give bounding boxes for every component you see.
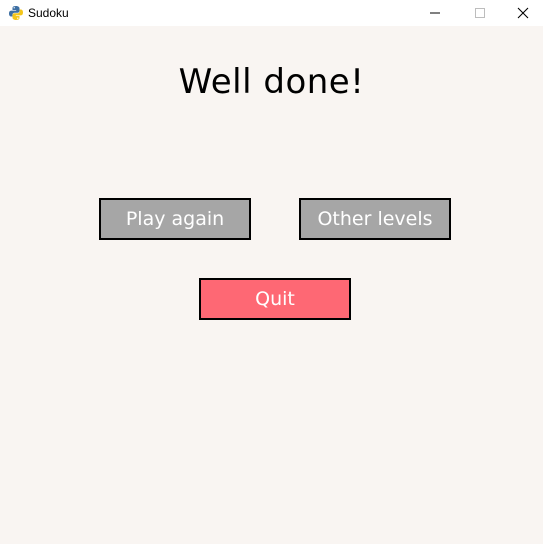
minimize-button[interactable] <box>412 0 458 26</box>
other-levels-button[interactable]: Other levels <box>299 198 451 240</box>
quit-button[interactable]: Quit <box>199 278 351 320</box>
window-title: Sudoku <box>28 6 69 20</box>
play-again-button[interactable]: Play again <box>99 198 251 240</box>
close-button[interactable] <box>502 0 543 26</box>
maximize-button[interactable] <box>457 0 503 26</box>
headline: Well done! <box>178 62 365 102</box>
game-over-screen: Well done! Play again Other levels Quit <box>0 26 543 544</box>
title-bar[interactable]: Sudoku <box>0 0 543 26</box>
close-icon <box>517 7 528 19</box>
minimize-icon <box>430 12 440 14</box>
python-snake-icon <box>8 5 24 21</box>
maximize-icon <box>475 8 485 18</box>
app-window: Sudoku Well done! Play again Other level… <box>0 0 543 544</box>
